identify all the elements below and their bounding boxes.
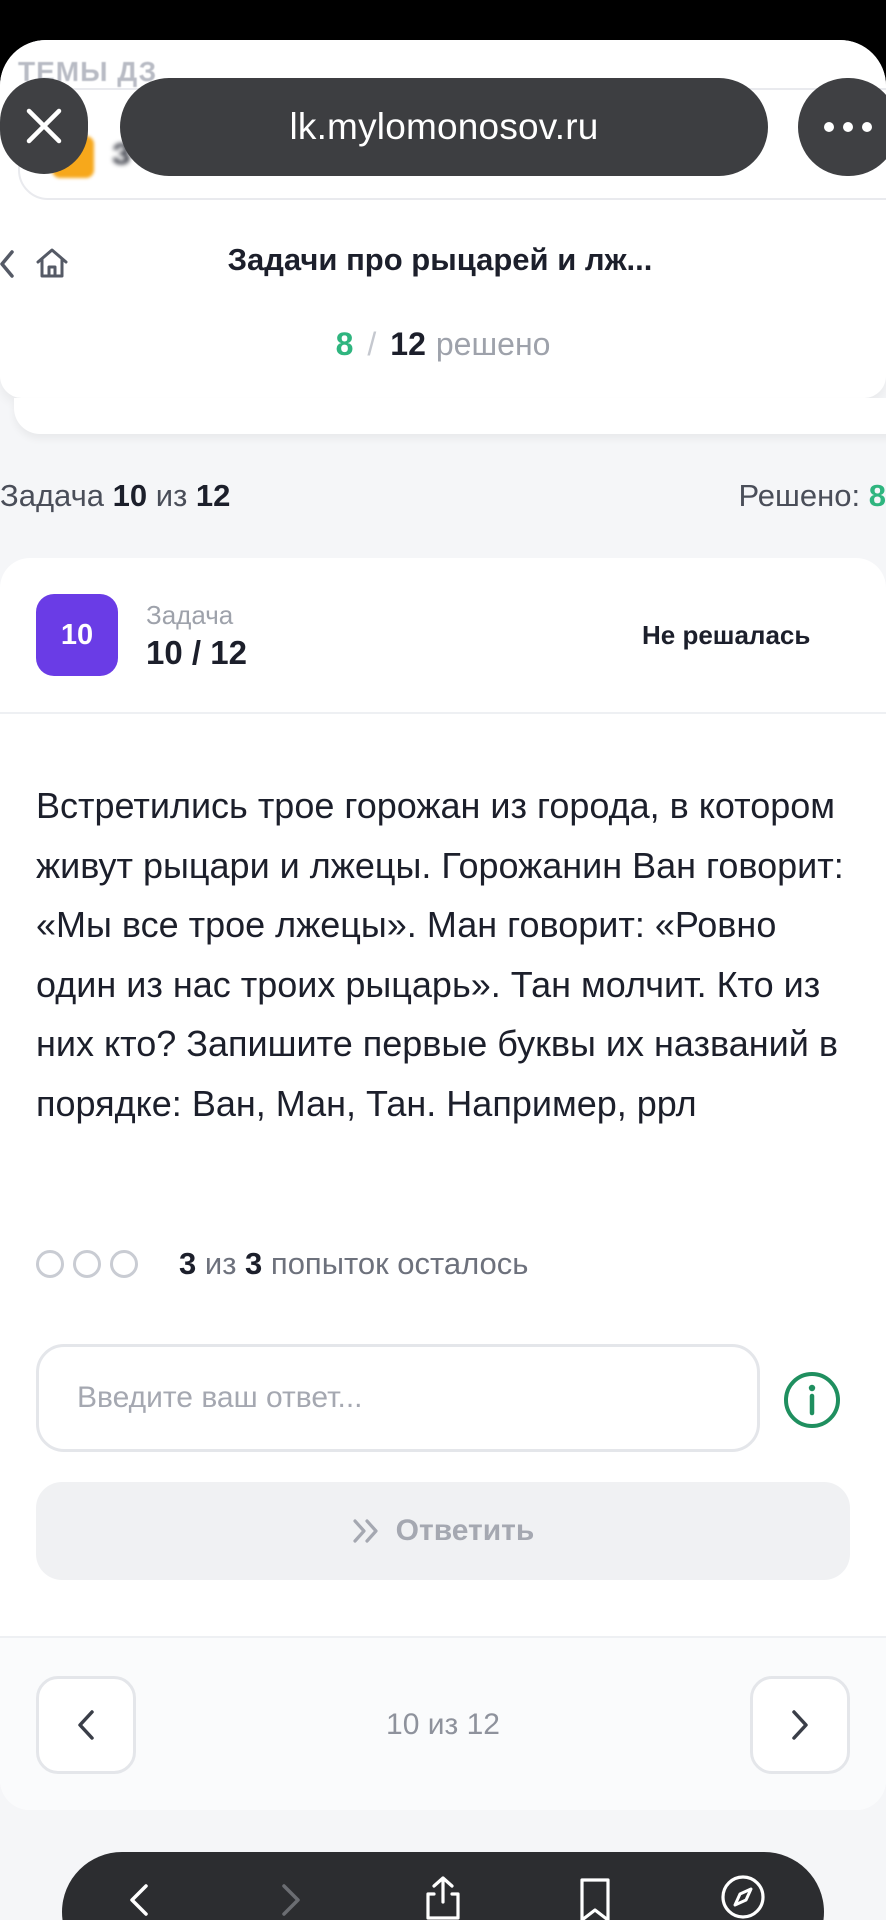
solved-counter: Решено: 8 <box>738 478 886 514</box>
attempts-of: из <box>204 1246 237 1281</box>
task-counter-of: из <box>155 478 188 513</box>
task-label: Задача <box>146 600 234 630</box>
home-icon[interactable] <box>34 246 70 280</box>
more-icon <box>824 122 834 132</box>
attempt-dot <box>110 1250 138 1278</box>
double-chevron-icon <box>353 1519 378 1543</box>
close-icon <box>26 108 62 144</box>
card-divider <box>0 712 886 714</box>
url-text: lk.mylomonosov.ru <box>289 106 599 147</box>
task-counter: Задача 10 из 12 <box>0 478 230 514</box>
progress-total: 12 <box>390 326 426 362</box>
submit-label: Ответить <box>395 1514 535 1547</box>
solved-counter-value: 8 <box>868 478 886 513</box>
chevron-right-icon <box>792 1710 808 1740</box>
header-shadow-card <box>14 398 886 434</box>
attempts-total: 3 <box>245 1246 263 1281</box>
answer-input[interactable] <box>36 1344 760 1452</box>
task-badge: 10 <box>36 594 118 676</box>
share-icon[interactable] <box>420 1874 466 1920</box>
back-chevron-icon[interactable] <box>0 248 16 280</box>
more-icon-dot <box>843 122 853 132</box>
attempts-indicator: 3 из 3 попыток осталось <box>36 1246 528 1282</box>
progress-label: решено <box>435 326 551 362</box>
back-icon[interactable] <box>124 1880 154 1920</box>
attempt-dot <box>36 1250 64 1278</box>
task-counter-prefix: Задача <box>0 478 105 513</box>
attempts-label: попыток осталось <box>270 1246 529 1281</box>
task-number: 10 / 12 <box>146 634 247 671</box>
browser-close-button[interactable] <box>0 78 88 174</box>
attempts-remaining: 3 <box>179 1246 197 1281</box>
forward-icon[interactable] <box>276 1880 306 1920</box>
compass-icon[interactable] <box>720 1874 766 1920</box>
next-task-button[interactable] <box>750 1676 850 1774</box>
browser-url-bar[interactable]: lk.mylomonosov.ru <box>120 78 768 176</box>
more-icon-dot <box>862 122 872 132</box>
solved-counter-label: Решено: <box>738 478 861 513</box>
task-counter-total: 12 <box>195 478 231 513</box>
task-card <box>0 558 886 1810</box>
bookmarks-icon[interactable] <box>574 1876 616 1920</box>
progress-separator: / <box>367 326 377 362</box>
progress-solved: 8 <box>335 326 354 362</box>
task-text: Встретились трое горожан из города, в ко… <box>36 785 844 1124</box>
page-title: Задачи про рыцарей и лж... <box>227 242 653 277</box>
task-status: Не решалась <box>642 620 811 650</box>
submit-answer-button[interactable]: Ответить <box>36 1482 850 1580</box>
progress-summary: 8 / 12 решено <box>0 326 886 363</box>
browser-more-button[interactable] <box>798 78 886 176</box>
info-icon[interactable] <box>782 1370 842 1430</box>
attempts-text: 3 из 3 попыток осталось <box>179 1246 528 1282</box>
task-counter-current: 10 <box>112 478 148 513</box>
attempt-dot <box>73 1250 101 1278</box>
